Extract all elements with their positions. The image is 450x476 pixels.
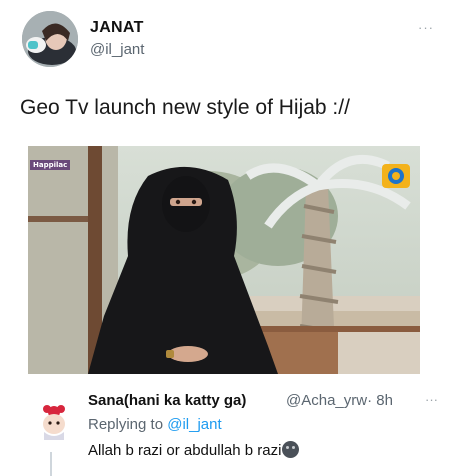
more-horizontal-icon[interactable]: ··· [418,20,434,35]
avatar[interactable] [34,400,74,440]
more-horizontal-icon[interactable]: ··· [425,392,438,407]
reply-text: Allah b razi or abdullah b razi [88,441,300,459]
geo-tv-logo-icon [382,164,410,188]
reply-author-meta: @Acha_yrw· 8h [286,392,393,409]
new-moon-face-icon [282,441,300,458]
reply-author-name[interactable]: Sana(hani ka katty ga) [88,392,246,409]
reply-time[interactable]: 8h [376,392,393,409]
author-handle[interactable]: @il_jant [90,41,144,58]
media-image [28,146,420,374]
tweet-text: Geo Tv launch new style of Hijab :// [20,96,350,119]
tweet-header: JANAT @il_jant ··· [20,10,440,70]
separator: · [367,392,373,409]
replying-prefix: Replying to [88,416,164,433]
reply-tweet[interactable]: Sana(hani ka katty ga) @Acha_yrw· 8h ···… [34,384,444,476]
thread-line [50,452,52,476]
replying-to-handle[interactable]: @il_jant [167,416,221,433]
author-name[interactable]: JANAT [90,19,144,37]
tweet-media[interactable]: Happilac [28,146,420,374]
reply-text-body: Allah b razi or abdullah b razi [88,442,282,459]
reply-author-handle[interactable]: @Acha_yrw [286,392,367,409]
avatar[interactable] [22,11,78,67]
channel-watermark: Happilac [30,160,71,170]
replying-to: Replying to @il_jant [88,416,222,433]
